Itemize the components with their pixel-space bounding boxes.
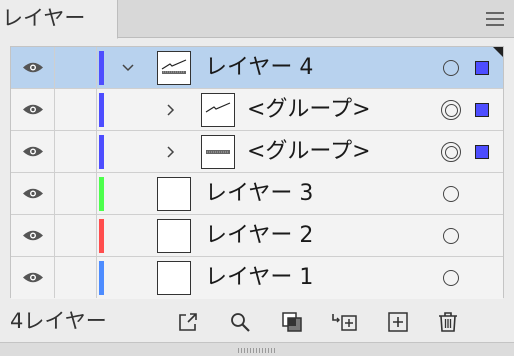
lock-toggle[interactable]	[55, 173, 97, 214]
eye-icon	[23, 146, 43, 157]
target-double-circle-icon[interactable]	[441, 142, 461, 162]
target-circle-icon[interactable]	[443, 228, 459, 244]
visibility-toggle[interactable]	[11, 47, 55, 88]
layer-color-bar	[99, 261, 104, 295]
layer-count: 4レイヤー	[10, 309, 107, 333]
layer-color-bar	[99, 177, 104, 211]
clipping-mask-icon[interactable]	[280, 310, 304, 334]
current-layer-indicator	[493, 47, 503, 57]
visibility-toggle[interactable]	[11, 89, 55, 130]
group-thumbnail	[201, 93, 235, 127]
tab-layers[interactable]: レイヤー	[0, 0, 118, 39]
group-name[interactable]: <グループ>	[247, 138, 371, 166]
layer-name[interactable]: レイヤー 3	[205, 180, 313, 208]
new-layer-icon[interactable]	[386, 310, 410, 334]
layer-row-4[interactable]: レイヤー 4	[11, 47, 503, 89]
layers-list: レイヤー 4 <グループ> <グループ> レイヤー 3 レイヤー 2 レイヤー …	[10, 46, 504, 299]
lock-toggle[interactable]	[55, 257, 97, 298]
layer-thumbnail	[157, 261, 191, 295]
target-double-circle-icon[interactable]	[441, 100, 461, 120]
selection-indicator[interactable]	[475, 103, 489, 117]
visibility-toggle[interactable]	[11, 215, 55, 256]
layer-thumbnail	[157, 51, 191, 85]
layer-row-3[interactable]: レイヤー 3	[11, 173, 503, 215]
target-circle-icon[interactable]	[443, 186, 459, 202]
target-circle-icon[interactable]	[443, 60, 459, 76]
chevron-down-icon[interactable]	[120, 60, 136, 76]
eye-icon	[23, 230, 43, 241]
group-name[interactable]: <グループ>	[247, 96, 371, 124]
visibility-toggle[interactable]	[11, 173, 55, 214]
selection-indicator[interactable]	[475, 145, 489, 159]
layer-color-bar	[99, 219, 104, 253]
new-sublayer-icon[interactable]	[330, 310, 360, 334]
layer-row-1[interactable]: レイヤー 1	[11, 257, 503, 299]
eye-icon	[23, 272, 43, 283]
layer-thumbnail	[157, 177, 191, 211]
group-row-2[interactable]: <グループ>	[11, 131, 503, 173]
layer-row-2[interactable]: レイヤー 2	[11, 215, 503, 257]
visibility-toggle[interactable]	[11, 257, 55, 298]
resize-grip-icon[interactable]	[238, 348, 276, 353]
chevron-right-icon[interactable]	[163, 144, 179, 160]
layer-color-bar	[99, 135, 104, 169]
layer-name[interactable]: レイヤー 4	[205, 54, 313, 82]
layer-name[interactable]: レイヤー 1	[205, 264, 313, 292]
layer-name[interactable]: レイヤー 2	[205, 222, 313, 250]
panel-footer: 4レイヤー	[0, 302, 514, 342]
eye-icon	[23, 62, 43, 73]
group-thumbnail	[201, 135, 235, 169]
search-icon[interactable]	[228, 310, 252, 334]
eye-icon	[23, 104, 43, 115]
lock-toggle[interactable]	[55, 131, 97, 172]
layer-color-bar	[99, 93, 104, 127]
trash-icon[interactable]	[436, 310, 460, 334]
layer-color-bar	[99, 51, 104, 85]
resize-bar[interactable]	[0, 342, 514, 356]
target-circle-icon[interactable]	[443, 270, 459, 286]
selection-indicator[interactable]	[475, 61, 489, 75]
chevron-right-icon[interactable]	[163, 102, 179, 118]
hamburger-menu-icon[interactable]	[486, 12, 504, 26]
eye-icon	[23, 188, 43, 199]
visibility-toggle[interactable]	[11, 131, 55, 172]
lock-toggle[interactable]	[55, 47, 97, 88]
lock-toggle[interactable]	[55, 215, 97, 256]
layer-thumbnail	[157, 219, 191, 253]
panel-tab-strip: レイヤー	[0, 0, 514, 39]
group-row-1[interactable]: <グループ>	[11, 89, 503, 131]
export-icon[interactable]	[176, 310, 200, 334]
lock-toggle[interactable]	[55, 89, 97, 130]
